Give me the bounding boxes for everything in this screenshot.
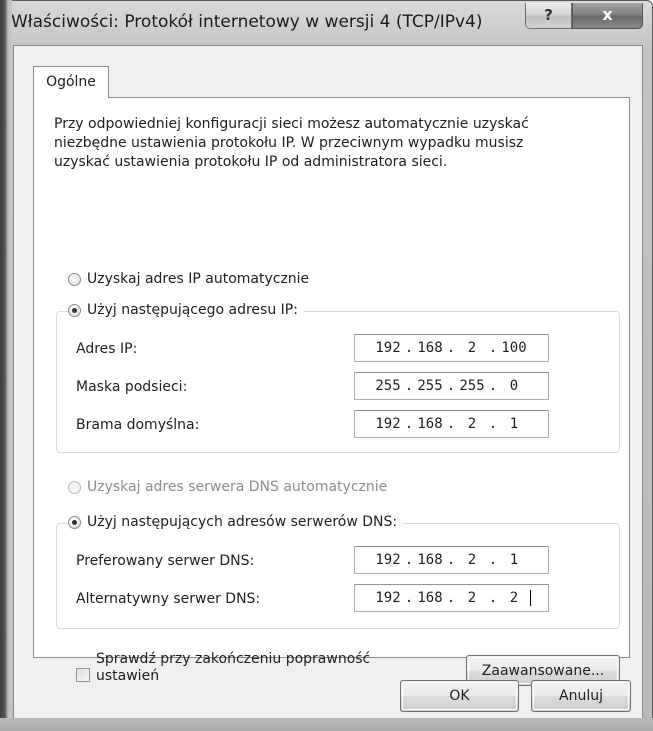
octet: 192 bbox=[375, 416, 401, 432]
dialog-window: Właściwości: Protokół internetowy w wers… bbox=[0, 0, 653, 731]
cancel-button[interactable]: Anuluj bbox=[531, 680, 631, 712]
window-bottom-frame bbox=[0, 718, 653, 731]
title-bar[interactable]: Właściwości: Protokół internetowy w wers… bbox=[1, 1, 652, 45]
help-icon: ? bbox=[544, 6, 553, 24]
close-icon: x bbox=[602, 5, 613, 24]
intro-line: uzyskać ustawienia protokołu IP od admin… bbox=[54, 154, 448, 170]
radio-ip-auto-indicator[interactable] bbox=[68, 272, 81, 286]
octet: 1 bbox=[509, 416, 519, 432]
octet: 100 bbox=[501, 340, 527, 356]
alternate-dns-input[interactable]: 192. 168. 2. 2 bbox=[354, 584, 549, 612]
octet: 255 bbox=[417, 378, 443, 394]
octet: 192 bbox=[375, 552, 401, 568]
radio-ip-manual-label: Użyj następującego adresu IP: bbox=[87, 302, 298, 318]
validate-label-line1: Sprawdź przy zakończeniu poprawność bbox=[96, 651, 371, 667]
octet: 255 bbox=[375, 378, 401, 394]
subnet-mask-input[interactable]: 255. 255. 255. 0 bbox=[354, 372, 549, 400]
radio-ip-manual[interactable]: Użyj następującego adresu IP: bbox=[68, 302, 304, 318]
subnet-mask-label: Maska podsieci: bbox=[76, 379, 188, 395]
octet: 2 bbox=[467, 590, 477, 606]
ip-address-input[interactable]: 192. 168. 2. 100 bbox=[354, 334, 549, 362]
octet: 168 bbox=[417, 552, 443, 568]
intro-text: Przy odpowiedniej konfiguracji sieci moż… bbox=[54, 115, 614, 172]
octet: 192 bbox=[375, 590, 401, 606]
tab-general[interactable]: Ogólne bbox=[33, 66, 109, 98]
octet: 2 bbox=[467, 416, 477, 432]
radio-ip-manual-indicator[interactable] bbox=[68, 303, 81, 317]
ok-button[interactable]: OK bbox=[400, 680, 519, 712]
octet: 192 bbox=[375, 340, 401, 356]
tab-general-label: Ogólne bbox=[46, 74, 96, 90]
ip-address-label: Adres IP: bbox=[76, 341, 138, 357]
radio-ip-auto-label: Uzyskaj adres IP automatycznie bbox=[87, 271, 310, 287]
radio-dns-auto[interactable]: Uzyskaj adres serwera DNS automatycznie bbox=[68, 479, 394, 495]
text-cursor bbox=[530, 590, 531, 606]
radio-dns-manual-indicator[interactable] bbox=[68, 515, 81, 529]
window-left-edge bbox=[0, 0, 12, 731]
radio-dns-auto-label: Uzyskaj adres serwera DNS automatycznie bbox=[87, 479, 388, 495]
radio-dns-manual[interactable]: Użyj następujących adresów serwerów DNS: bbox=[68, 514, 404, 530]
default-gateway-input[interactable]: 192. 168. 2. 1 bbox=[354, 410, 549, 438]
octet: 2 bbox=[509, 590, 519, 606]
help-button[interactable]: ? bbox=[525, 3, 572, 29]
validate-checkbox[interactable] bbox=[76, 668, 90, 682]
octet: 0 bbox=[509, 378, 519, 394]
preferred-dns-label: Preferowany serwer DNS: bbox=[76, 553, 255, 569]
octet: 1 bbox=[509, 552, 519, 568]
validate-label-line2: ustawień bbox=[96, 668, 160, 684]
intro-line: niezbędne ustawienia protokołu IP. W prz… bbox=[54, 135, 524, 151]
octet: 255 bbox=[459, 378, 485, 394]
dialog-client-area: Ogólne Przy odpowiedniej konfiguracji si… bbox=[13, 45, 643, 719]
preferred-dns-input[interactable]: 192. 168. 2. 1 bbox=[354, 546, 549, 574]
octet: 2 bbox=[467, 340, 477, 356]
alternate-dns-label: Alternatywny serwer DNS: bbox=[76, 591, 261, 607]
radio-dns-auto-indicator[interactable] bbox=[68, 480, 81, 494]
validate-label[interactable]: Sprawdź przy zakończeniu poprawność usta… bbox=[96, 651, 370, 685]
cancel-button-label: Anuluj bbox=[559, 688, 603, 704]
general-tab-page: Przy odpowiedniej konfiguracji sieci moż… bbox=[33, 97, 630, 686]
radio-dns-manual-label: Użyj następujących adresów serwerów DNS: bbox=[87, 514, 398, 530]
octet: 2 bbox=[467, 552, 477, 568]
advanced-button-label: Zaawansowane... bbox=[481, 662, 605, 679]
default-gateway-label: Brama domyślna: bbox=[76, 417, 200, 433]
intro-line: Przy odpowiedniej konfiguracji sieci moż… bbox=[54, 116, 529, 132]
ok-button-label: OK bbox=[449, 688, 470, 704]
octet: 168 bbox=[417, 340, 443, 356]
octet: 168 bbox=[417, 416, 443, 432]
radio-ip-auto[interactable]: Uzyskaj adres IP automatycznie bbox=[68, 271, 316, 287]
window-title: Właściwości: Protokół internetowy w wers… bbox=[11, 12, 483, 32]
close-button[interactable]: x bbox=[572, 3, 643, 29]
dns-group-box bbox=[56, 523, 620, 629]
octet: 168 bbox=[417, 590, 443, 606]
